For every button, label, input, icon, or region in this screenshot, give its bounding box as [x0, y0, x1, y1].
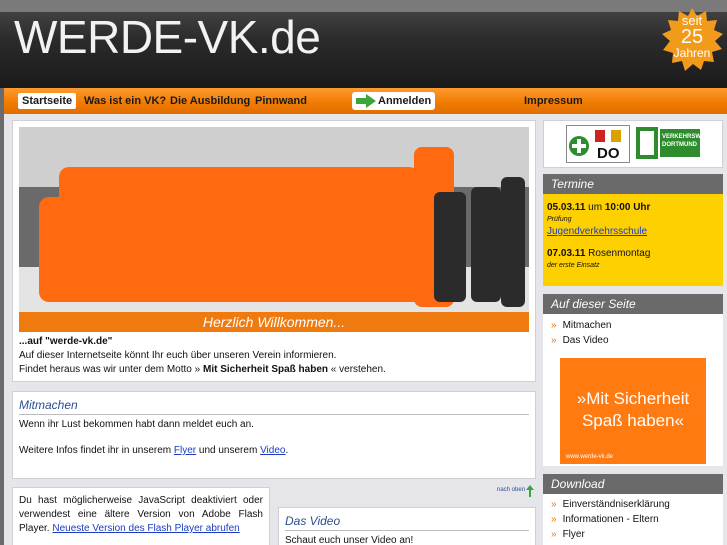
nav-pinnwand[interactable]: Pinnwand	[255, 94, 307, 108]
event1-connector: um	[588, 202, 603, 213]
group-photo-illustration	[19, 127, 529, 312]
video-link[interactable]: Video	[260, 445, 285, 456]
bullet-icon: »	[551, 335, 557, 346]
flash-notice: Du hast möglicherweise JavaScript deakti…	[19, 494, 263, 536]
event1-time: 10:00 Uhr	[604, 202, 651, 213]
download-item-flyer-label: Flyer	[562, 529, 585, 540]
welcome-banner: Herzlich Willkommen...	[19, 312, 529, 332]
verkehrswacht-logo[interactable]: VERKEHRSWACHT DORTMUND	[636, 125, 718, 163]
group-photo	[19, 127, 529, 312]
mitmachen-text2-mid: und unserem	[198, 445, 258, 456]
motto-ad-banner[interactable]: »Mit Sicherheit Spaß haben« www.werde-vk…	[560, 358, 706, 464]
intro-line1: Auf dieser Internetseite könnt Ihr euch …	[19, 350, 337, 361]
login-button[interactable]: Anmelden	[352, 92, 436, 110]
back-to-top-link[interactable]: nach oben	[497, 487, 525, 493]
mitmachen-text2: Weitere Infos findet ihr in unserem Flye…	[19, 444, 288, 458]
badge-line2: 25	[680, 26, 704, 48]
bullet-icon: »	[551, 514, 557, 525]
site-header: WERDE-VK.de seit 25 Jahren	[0, 0, 727, 88]
motto-text: Mit Sicherheit Spaß haben	[202, 364, 329, 375]
video-title: Das Video	[285, 514, 529, 531]
anniversary-badge: seit 25 Jahren	[660, 8, 724, 72]
intro-line2: Findet heraus was wir unter dem Motto » …	[19, 363, 529, 377]
arrow-right-icon	[356, 94, 376, 108]
video-text: Schaut euch unser Video an!	[285, 535, 414, 545]
site-title[interactable]: WERDE-VK.de	[14, 14, 321, 60]
bullet-icon: »	[551, 529, 557, 540]
intro-panel: Herzlich Willkommen... ...auf "werde-vk.…	[12, 120, 536, 382]
partner-logos: DO VERKEHRSWACHT DORTMUND	[543, 120, 723, 168]
ad-line1: »Mit Sicherheit	[576, 389, 690, 408]
download-box: » Einverständniserklärung » Informationen …	[543, 494, 723, 545]
on-page-item-video-label: Das Video	[562, 335, 609, 346]
intro-heading: ...auf "werde-vk.de"	[19, 336, 113, 347]
on-page-item-mitmachen[interactable]: » Mitmachen	[551, 320, 611, 331]
mitmachen-text1: Wenn ihr Lust bekommen habt dann meldet …	[19, 419, 254, 430]
verkehrswacht-text: VERKEHRSWACHT DORTMUND	[662, 134, 718, 148]
flash-player-link[interactable]: Neueste Version des Flash Player abrufen	[52, 523, 239, 534]
download-item-einverstaendnis[interactable]: » Einverständniserklärung	[551, 499, 670, 510]
on-page-item-mitmachen-label: Mitmachen	[562, 320, 612, 331]
event2-date: 07.03.11	[547, 248, 586, 259]
event1-date: 05.03.11	[547, 202, 586, 213]
download-item-einverstaendnis-label: Einverständniserklärung	[562, 499, 670, 510]
event1-type: Prüfung	[547, 216, 572, 223]
intro-line2-prefix: Findet heraus was wir unter dem Motto »	[19, 364, 201, 375]
ad-line2: Spaß haben«	[581, 411, 685, 430]
on-page-item-video[interactable]: » Das Video	[551, 335, 609, 346]
bullet-icon: »	[551, 499, 557, 510]
mitmachen-panel: Mitmachen Wenn ihr Lust bekommen habt da…	[12, 391, 536, 479]
download-item-eltern-label: Informationen - Eltern	[562, 514, 659, 525]
nav-impressum[interactable]: Impressum	[524, 94, 583, 108]
termine-heading: Termine	[543, 174, 723, 194]
badge-line3: Jahren	[673, 46, 711, 60]
intro-text: ...auf "werde-vk.de" Auf dieser Internet…	[19, 335, 529, 377]
intro-line2-suffix: « verstehen.	[330, 364, 386, 375]
event1-place-link[interactable]: Jugendverkehrsschule	[547, 226, 647, 237]
nav-was-ist-ein-vk[interactable]: Was ist ein VK?	[84, 94, 166, 108]
event2-datetime: 07.03.11 Rosenmontag	[547, 248, 650, 259]
flyer-link[interactable]: Flyer	[174, 445, 196, 456]
event1-datetime: 05.03.11 um 10:00 Uhr	[547, 202, 650, 213]
termine-box: 05.03.11 um 10:00 Uhr Prüfung Jugendverk…	[543, 194, 723, 286]
nav-startseite[interactable]: Startseite	[18, 93, 77, 109]
nav-die-ausbildung[interactable]: Die Ausbildung	[170, 94, 250, 108]
do-logo[interactable]: DO	[566, 125, 630, 163]
download-heading: Download	[543, 474, 723, 494]
event2-title: Rosenmontag	[588, 248, 651, 259]
download-item-eltern[interactable]: » Informationen - Eltern	[551, 514, 659, 525]
mitmachen-text2-suffix: .	[285, 445, 289, 456]
ad-url: www.werde-vk.de	[566, 454, 614, 460]
arrow-up-icon[interactable]	[526, 485, 534, 497]
mitmachen-text2-prefix: Weitere Infos findet ihr in unserem	[19, 445, 172, 456]
video-panel: Das Video Schaut euch unser Video an!	[278, 507, 536, 545]
download-item-flyer[interactable]: » Flyer	[551, 529, 585, 540]
bullet-icon: »	[551, 320, 557, 331]
do-logo-text: DO	[597, 145, 620, 162]
on-page-heading: Auf dieser Seite	[543, 294, 723, 314]
event2-note: der erste Einsatz	[547, 262, 600, 269]
flash-notice-panel: Du hast möglicherweise JavaScript deakti…	[12, 487, 270, 545]
main-nav: Startseite Was ist ein VK? Die Ausbildun…	[4, 88, 727, 114]
login-label: Anmelden	[378, 95, 432, 107]
mitmachen-title: Mitmachen	[19, 398, 529, 415]
